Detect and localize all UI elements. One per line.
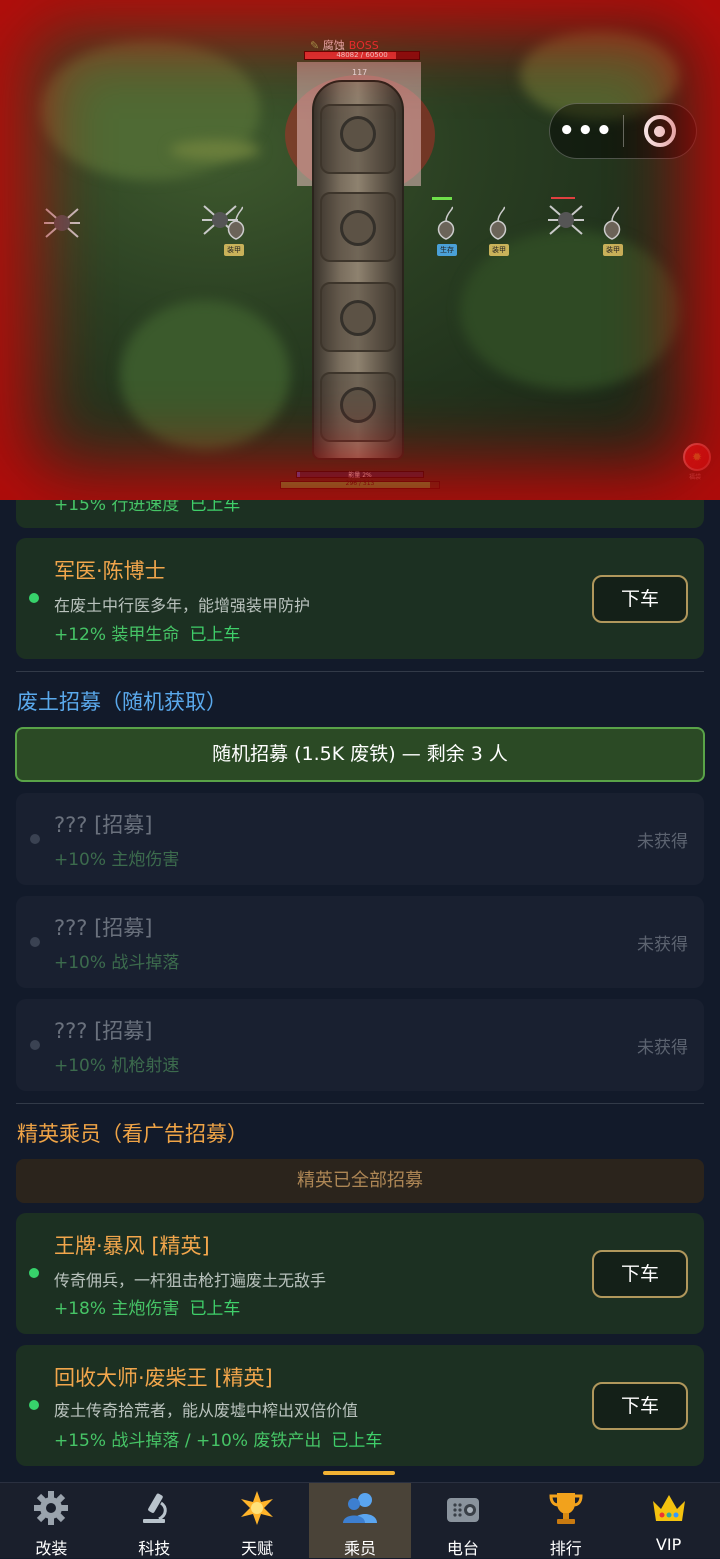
- boss-hp-text: 48082 / 60500: [336, 51, 388, 59]
- locked-state: 未获得: [637, 935, 688, 955]
- tab-label: 改装: [35, 1539, 68, 1558]
- game-viewport[interactable]: 装甲 生存 装甲 装甲 ✎ 腐蚀 BOSS 48082 / 60500 117 能…: [0, 0, 720, 500]
- gear-icon: [34, 1491, 69, 1525]
- scorpion-enemy[interactable]: [484, 205, 512, 241]
- section-divider: [16, 1103, 704, 1104]
- tab-label: 天赋: [241, 1539, 274, 1558]
- unboard-button[interactable]: 下车: [592, 1250, 688, 1298]
- crew-name: ??? [招募]: [54, 813, 153, 837]
- section-title-random: 废土招募（随机获取）: [17, 690, 227, 714]
- crew-desc: 传奇佣兵，一杆狙击枪打遍废土无敌手: [54, 1271, 327, 1290]
- crew-name: ??? [招募]: [54, 1019, 153, 1043]
- tab-radio[interactable]: 电台: [411, 1483, 514, 1558]
- star-burst-icon: [241, 1491, 274, 1525]
- enemy-tag: 生存: [437, 244, 457, 256]
- tab-rank[interactable]: 排行: [514, 1483, 617, 1558]
- scorpion-enemy[interactable]: [598, 205, 626, 241]
- boss-number: 117: [352, 68, 368, 77]
- locked-crew-card: ??? [招募] +10% 主炮伤害 未获得: [16, 793, 704, 885]
- crew-name: 回收大师·废柴王 [精英]: [54, 1366, 273, 1390]
- target-close-icon[interactable]: [624, 115, 697, 147]
- status-dot: [29, 593, 39, 603]
- boss-hp-bar: 48082 / 60500: [304, 51, 420, 60]
- tab-vip[interactable]: VIP: [617, 1483, 720, 1558]
- more-dots-icon[interactable]: •••: [550, 103, 623, 159]
- crew-status: 已上车: [331, 1431, 383, 1451]
- crew-card: 军医·陈博士 在废土中行医多年，能增强装甲防护 +12% 装甲生命 已上车 下车: [16, 538, 704, 659]
- crew-buff: +10% 机枪射速: [54, 1056, 180, 1076]
- unboard-button[interactable]: 下车: [592, 575, 688, 623]
- tab-crew[interactable]: 乘员: [308, 1483, 412, 1558]
- radio-icon: [446, 1498, 479, 1522]
- random-recruit-button[interactable]: 随机招募 (1.5K 废铁) — 剩余 3 人: [15, 727, 705, 782]
- train-hp-text: 296 / 313: [345, 480, 375, 487]
- crew-buff: +18% 主炮伤害 已上车: [54, 1299, 241, 1319]
- armored-train[interactable]: [312, 80, 404, 460]
- spider-enemy[interactable]: [546, 200, 586, 240]
- tab-label: 科技: [138, 1539, 171, 1558]
- enemy-tag: 装甲: [603, 244, 623, 256]
- crew-buff: +15% 战斗掉落 / +10% 废铁产出 已上车: [54, 1431, 383, 1451]
- crew-buff: +10% 战斗掉落: [54, 953, 180, 973]
- tab-talent[interactable]: 天赋: [206, 1483, 309, 1558]
- crew-buff: +10% 主炮伤害: [54, 850, 180, 870]
- enemy-tag: 装甲: [224, 244, 244, 256]
- bottom-tab-bar: 改装 科技 天赋 乘员 电台 排行 VIP: [0, 1482, 720, 1558]
- energy-bar: 能量 2%: [296, 471, 424, 479]
- enemy-hp-bar: [432, 197, 452, 200]
- status-dot: [30, 1040, 40, 1050]
- locked-state: 未获得: [637, 832, 688, 852]
- crew-desc: 废土传奇拾荒者，能从废墟中榨出双倍价值: [54, 1401, 359, 1420]
- train-hp-bar: 296 / 313: [280, 480, 440, 489]
- trophy-icon: [549, 1493, 583, 1524]
- tab-label: 排行: [549, 1539, 582, 1558]
- enemy-tag: 装甲: [489, 244, 509, 256]
- crew-name: ??? [招募]: [54, 916, 153, 940]
- scorpion-enemy[interactable]: [432, 205, 460, 241]
- status-dot: [29, 1400, 39, 1410]
- crew-status: 已上车: [189, 625, 241, 645]
- spider-enemy[interactable]: [42, 203, 82, 243]
- locked-crew-card: ??? [招募] +10% 战斗掉落 未获得: [16, 896, 704, 988]
- section-divider: [16, 671, 704, 672]
- status-dot: [30, 834, 40, 844]
- locked-crew-card: ??? [招募] +10% 机枪射速 未获得: [16, 999, 704, 1091]
- tab-tech[interactable]: 科技: [103, 1483, 206, 1558]
- side-event-icon[interactable]: ✹: [683, 443, 711, 471]
- tab-label: 乘员: [344, 1539, 377, 1558]
- side-event-label: 福袋: [689, 474, 702, 481]
- energy-text: 能量 2%: [348, 472, 372, 479]
- crew-icon: [343, 1493, 377, 1523]
- tab-label: 电台: [446, 1539, 479, 1558]
- status-dot: [30, 937, 40, 947]
- crown-icon: [652, 1495, 685, 1521]
- crew-name: 军医·陈博士: [54, 559, 166, 583]
- crew-desc: 在废土中行医多年，能增强装甲防护: [54, 596, 311, 615]
- crew-buff: +12% 装甲生命 已上车: [54, 625, 241, 645]
- status-dot: [29, 1268, 39, 1278]
- scorpion-enemy[interactable]: [222, 205, 250, 241]
- elite-crew-card: 回收大师·废柴王 [精英] 废土传奇拾荒者，能从废墟中榨出双倍价值 +15% 战…: [16, 1345, 704, 1466]
- elite-crew-card: 王牌·暴风 [精英] 传奇佣兵，一杆狙击枪打遍废土无敌手 +18% 主炮伤害 已上…: [16, 1213, 704, 1334]
- tab-modify[interactable]: 改装: [0, 1483, 103, 1558]
- microscope-icon: [143, 1493, 168, 1523]
- unboard-button[interactable]: 下车: [592, 1382, 688, 1430]
- tab-label: VIP: [655, 1535, 682, 1554]
- elite-all-recruited-banner: 精英已全部招募: [16, 1159, 704, 1203]
- enemy-hp-bar: [551, 197, 575, 199]
- crew-name: 王牌·暴风 [精英]: [54, 1234, 210, 1258]
- section-title-elite: 精英乘员（看广告招募）: [17, 1122, 248, 1146]
- crew-status: 已上车: [189, 1299, 241, 1319]
- miniprogram-capsule: •••: [549, 103, 697, 159]
- locked-state: 未获得: [637, 1038, 688, 1058]
- scroll-indicator: [323, 1471, 395, 1475]
